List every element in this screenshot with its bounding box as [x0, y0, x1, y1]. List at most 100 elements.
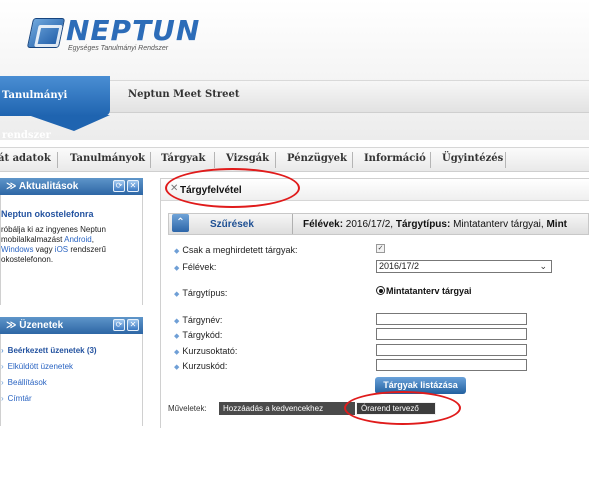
offered-only-label: ◆ Csak a meghirdetett tárgyak:: [174, 245, 297, 255]
list-item[interactable]: › Címtár: [1, 394, 32, 403]
label-text: Tárgytípus:: [182, 288, 228, 298]
neptun-logo-icon: [26, 18, 66, 48]
semester-value: 2016/17/2: [379, 261, 420, 271]
active-tab-pointer: [28, 115, 110, 131]
chevron-down-icon: ⌄: [539, 261, 547, 271]
tab-tanulmanyi-rendszer[interactable]: Tanulmányi rendszer: [0, 76, 110, 141]
nav-item-vizsgak[interactable]: Vizsgák: [226, 153, 269, 164]
course-type-label: ◆ Tárgytípus:: [174, 288, 227, 298]
windows-link[interactable]: Windows: [1, 245, 33, 254]
model-curriculum-label[interactable]: Mintatanterv tárgyai: [386, 286, 472, 296]
chevron-up-icon[interactable]: ⌃: [172, 214, 189, 232]
nav-separator: [505, 152, 506, 168]
add-to-favorites-button[interactable]: Hozzáadás a kedvencekhez: [219, 402, 355, 415]
diamond-icon: ◆: [174, 364, 180, 371]
label-text: Tárgynév:: [182, 315, 223, 325]
summary-value: 2016/17/2,: [343, 219, 396, 230]
news-text-span: ,: [91, 235, 94, 244]
message-link-directory: Címtár: [7, 394, 32, 403]
nav-separator: [430, 152, 431, 168]
bullet-icon: ›: [1, 394, 4, 403]
course-code-label: ◆ Tárgykód:: [174, 330, 222, 340]
summary-value: Mintatanterv tárgyai,: [450, 219, 547, 230]
logo-subtitle: Egységes Tanulmányi Rendszer: [68, 45, 169, 52]
course-id-label: ◆ Kurzuskód:: [174, 361, 227, 371]
bullet-icon: ›: [1, 362, 4, 371]
summary-label: Mint: [546, 219, 568, 230]
annotation-ring-planner: [344, 391, 461, 425]
neptun-logo[interactable]: NEPTUN Egységes Tanulmányi Rendszer: [26, 14, 199, 58]
semester-select[interactable]: 2016/17/2 ⌄: [376, 260, 552, 273]
nav-item-informacio[interactable]: Információ: [364, 153, 426, 164]
news-line: Windows vagy iOS rendszerű: [1, 245, 151, 255]
label-text: Csak a meghirdetett tárgyak:: [182, 245, 298, 255]
course-teacher-label: ◆ Kurzusoktató:: [174, 346, 237, 356]
news-text-span: mobilalkalmazást: [1, 235, 63, 244]
label-text: Kurzuskód:: [182, 361, 228, 371]
nav-separator: [57, 152, 58, 168]
messages-panel-bullet: ≫: [6, 320, 20, 331]
refresh-icon[interactable]: ⟳: [113, 180, 125, 192]
course-name-label: ◆ Tárgynév:: [174, 315, 222, 325]
news-panel-body: Neptun okostelefonra róbálja ki az ingye…: [0, 195, 143, 305]
main-navigation: át adatok Tanulmányok Tárgyak Vizsgák Pé…: [0, 147, 589, 172]
offered-only-checkbox[interactable]: ✓: [376, 244, 385, 253]
label-text: Kurzusoktató:: [182, 346, 238, 356]
message-link-settings: Beállítások: [7, 378, 47, 387]
nav-item-ugyintezes[interactable]: Ügyintézés: [442, 153, 503, 164]
course-code-input[interactable]: [376, 328, 527, 340]
diamond-icon: ◆: [174, 333, 180, 340]
nav-item-penzugyek[interactable]: Pénzügyek: [287, 153, 347, 164]
summary-label: Tárgytípus:: [395, 219, 451, 230]
semesters-label: ◆ Félévek:: [174, 262, 216, 272]
refresh-icon[interactable]: ⟳: [113, 319, 125, 331]
nav-separator: [352, 152, 353, 168]
summary-label: Félévek:: [303, 219, 344, 230]
label-text: Tárgykód:: [182, 330, 223, 340]
close-icon[interactable]: ✕: [127, 319, 139, 331]
news-line: róbálja ki az ingyenes Neptun: [1, 225, 106, 234]
filter-title[interactable]: Szűrések: [210, 219, 254, 230]
diamond-icon: ◆: [174, 318, 180, 325]
message-link-sent: Elküldött üzenetek: [7, 362, 74, 371]
news-panel-title: Aktualitások: [18, 181, 79, 192]
tab-meet-street[interactable]: Neptun Meet Street: [128, 89, 239, 100]
message-link-inbox: Beérkezett üzenetek (3): [7, 346, 97, 355]
close-icon[interactable]: ✕: [127, 180, 139, 192]
bullet-icon: ›: [1, 346, 4, 355]
logo-name: NEPTUN: [66, 14, 201, 47]
nav-item-targyak[interactable]: Tárgyak: [161, 153, 205, 164]
ios-link[interactable]: iOS: [55, 245, 68, 254]
course-teacher-input[interactable]: [376, 344, 527, 356]
news-text-span: vagy: [33, 245, 55, 254]
course-id-input[interactable]: [376, 359, 527, 371]
news-item-text: róbálja ki az ingyenes Neptun mobilalkal…: [1, 225, 151, 265]
news-text-span: rendszerű: [68, 245, 106, 254]
label-text: Félévek:: [182, 262, 217, 272]
filter-summary: Félévek: 2016/17/2, Tárgytípus: Mintatan…: [303, 219, 567, 230]
nav-separator: [150, 152, 151, 168]
messages-panel-body: › Beérkezett üzenetek (3) › Elküldött üzen…: [0, 334, 143, 426]
operations-label: Műveletek:: [168, 404, 207, 413]
news-panel-bullet: ≫: [6, 181, 19, 192]
nav-separator: [214, 152, 215, 168]
diamond-icon: ◆: [174, 291, 180, 298]
diamond-icon: ◆: [174, 349, 180, 356]
list-item[interactable]: › Beérkezett üzenetek (3): [1, 346, 97, 355]
nav-item-tanulmanyok[interactable]: Tanulmányok: [70, 153, 145, 164]
list-item[interactable]: › Elküldött üzenetek: [1, 362, 73, 371]
android-link[interactable]: Android: [64, 235, 92, 244]
nav-item-sajat-adatok[interactable]: át adatok: [0, 153, 51, 164]
course-name-input[interactable]: [376, 313, 527, 325]
messages-panel-title: Üzenetek: [19, 320, 64, 331]
list-item[interactable]: › Beállítások: [1, 378, 47, 387]
nav-separator: [275, 152, 276, 168]
model-curriculum-radio[interactable]: [376, 286, 385, 295]
news-line: mobilalkalmazást Android,: [1, 235, 151, 245]
bullet-icon: ›: [1, 378, 4, 387]
diamond-icon: ◆: [174, 248, 180, 255]
diamond-icon: ◆: [174, 265, 180, 272]
annotation-ring-title: [165, 168, 300, 208]
news-item-title[interactable]: Neptun okostelefonra: [1, 209, 94, 219]
news-line: okostelefonon.: [1, 255, 54, 264]
